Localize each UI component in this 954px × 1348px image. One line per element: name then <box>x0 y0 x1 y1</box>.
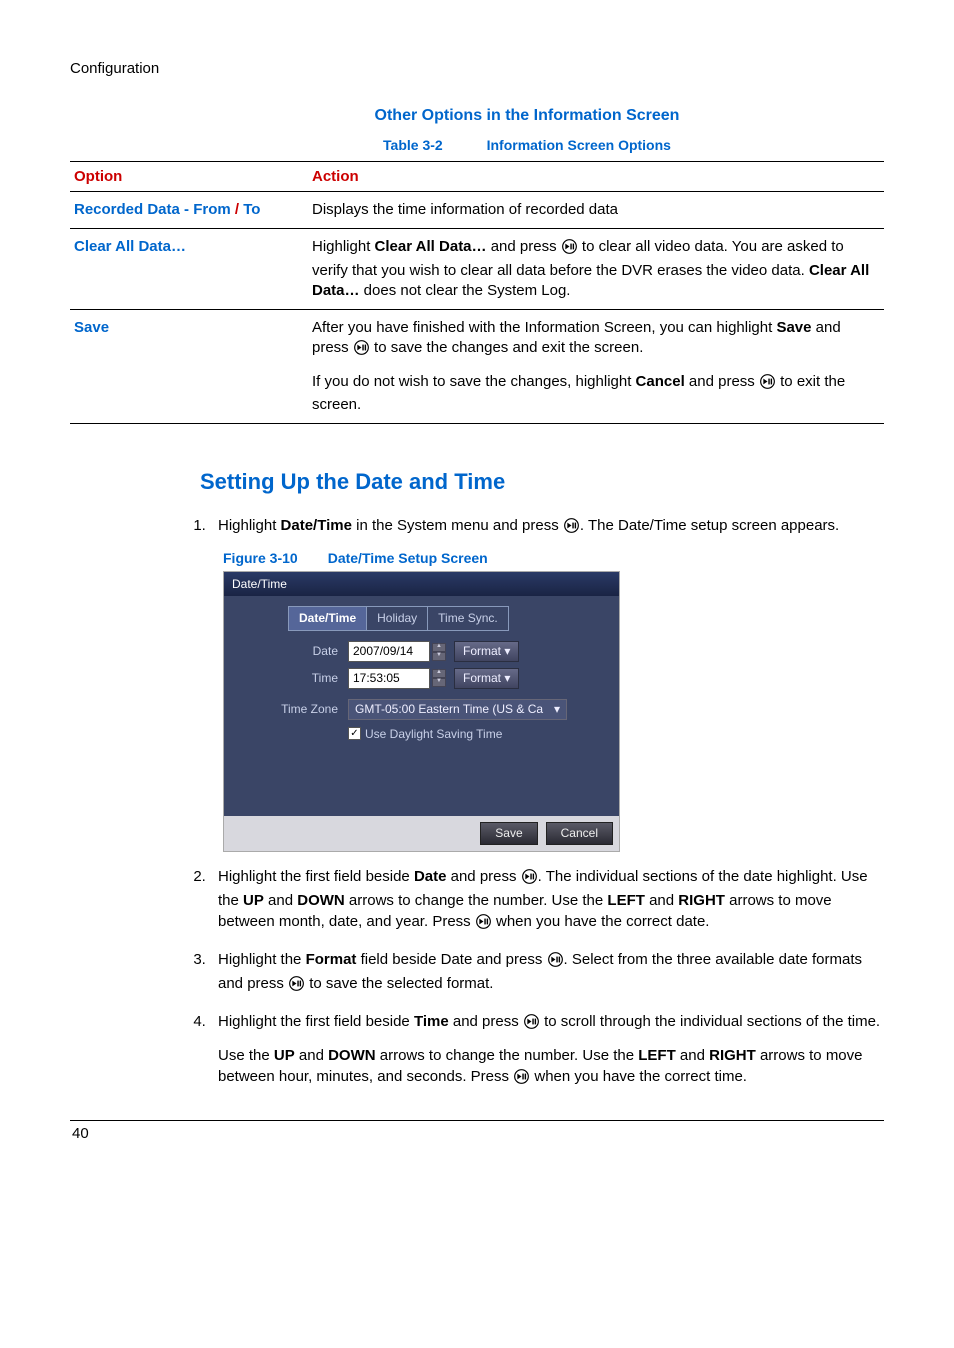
step-1: Highlight Date/Time in the System menu a… <box>210 515 884 852</box>
spinner-date[interactable]: ▲▼ <box>432 643 446 661</box>
screenshot-datetime: Date/Time Date/Time Holiday Time Sync. D… <box>223 571 620 853</box>
format-time-button[interactable]: Format ▾ <box>454 668 519 689</box>
ss-footer: Save Cancel <box>224 816 619 851</box>
th-option: Option <box>70 162 308 192</box>
running-header: Configuration <box>70 60 884 77</box>
options-table: Option Action Recorded Data - From / To … <box>70 161 884 424</box>
label-time: Time <box>238 670 348 687</box>
opt-recorded: Recorded Data - From / To <box>70 192 308 229</box>
play-pause-icon <box>513 1069 530 1090</box>
play-pause-icon <box>563 518 580 539</box>
play-pause-icon <box>288 976 305 997</box>
tab-timesync[interactable]: Time Sync. <box>427 606 509 631</box>
label-date: Date <box>238 643 348 660</box>
figure-caption: Figure 3-10 Date/Time Setup Screen <box>223 549 884 569</box>
row-date: Date 2007/09/14 ▲▼ Format ▾ <box>238 641 605 662</box>
play-pause-icon <box>523 1014 540 1035</box>
input-date[interactable]: 2007/09/14 <box>348 641 430 662</box>
th-action: Action <box>308 162 884 192</box>
step-3: Highlight the Format field beside Date a… <box>210 949 884 997</box>
step-4: Highlight the first field beside Time an… <box>210 1011 884 1090</box>
action-cell: Displays the time information of recorde… <box>308 192 884 229</box>
opt-clear: Clear All Data… <box>70 229 308 310</box>
table-row: Clear All Data… Highlight Clear All Data… <box>70 229 884 310</box>
table-caption: Table 3-2 Information Screen Options <box>170 137 884 153</box>
step-4-sub: Use the UP and DOWN arrows to change the… <box>218 1045 884 1090</box>
opt-save: Save <box>70 310 308 424</box>
table-row: Save After you have finished with the In… <box>70 310 884 424</box>
play-pause-icon <box>547 952 564 973</box>
steps-list: Highlight Date/Time in the System menu a… <box>180 515 884 1090</box>
label-tz: Time Zone <box>238 701 348 718</box>
subheading: Other Options in the Information Screen <box>170 107 884 125</box>
cancel-button[interactable]: Cancel <box>546 822 613 845</box>
chevron-down-icon: ▾ <box>554 701 560 718</box>
tab-holiday[interactable]: Holiday <box>366 606 428 631</box>
page-number: 40 <box>70 1125 884 1142</box>
footer-rule <box>70 1120 884 1121</box>
save-button[interactable]: Save <box>480 822 537 845</box>
chevron-down-icon: ▾ <box>504 671 510 685</box>
play-pause-icon <box>759 374 776 395</box>
spinner-time[interactable]: ▲▼ <box>432 669 446 687</box>
select-tz[interactable]: GMT-05:00 Eastern Time (US & Ca▾ <box>348 699 567 720</box>
row-dst: ✓ Use Daylight Saving Time <box>348 726 605 743</box>
step-2: Highlight the first field beside Date an… <box>210 866 884 935</box>
action-cell: Highlight Clear All Data… and press to c… <box>308 229 884 310</box>
action-cell: After you have finished with the Informa… <box>308 310 884 424</box>
ss-titlebar: Date/Time <box>224 572 619 597</box>
ss-tabs: Date/Time Holiday Time Sync. <box>288 606 605 631</box>
row-time: Time 17:53:05 ▲▼ Format ▾ <box>238 668 605 689</box>
tab-datetime[interactable]: Date/Time <box>288 606 367 631</box>
table-row: Recorded Data - From / To Displays the t… <box>70 192 884 229</box>
row-tz: Time Zone GMT-05:00 Eastern Time (US & C… <box>238 699 605 720</box>
figure-title: Date/Time Setup Screen <box>328 550 488 566</box>
play-pause-icon <box>521 869 538 890</box>
checkbox-dst[interactable]: ✓ <box>348 727 361 740</box>
figure-label: Figure 3-10 <box>223 550 298 566</box>
input-time[interactable]: 17:53:05 <box>348 668 430 689</box>
play-pause-icon <box>561 239 578 260</box>
table-title: Information Screen Options <box>487 137 671 153</box>
ss-body: Date/Time Holiday Time Sync. Date 2007/0… <box>224 596 619 816</box>
chevron-down-icon: ▾ <box>504 644 510 658</box>
table-label: Table 3-2 <box>383 137 443 153</box>
label-dst: Use Daylight Saving Time <box>365 726 502 743</box>
format-date-button[interactable]: Format ▾ <box>454 641 519 662</box>
section-heading: Setting Up the Date and Time <box>200 469 884 495</box>
play-pause-icon <box>353 340 370 361</box>
play-pause-icon <box>475 914 492 935</box>
